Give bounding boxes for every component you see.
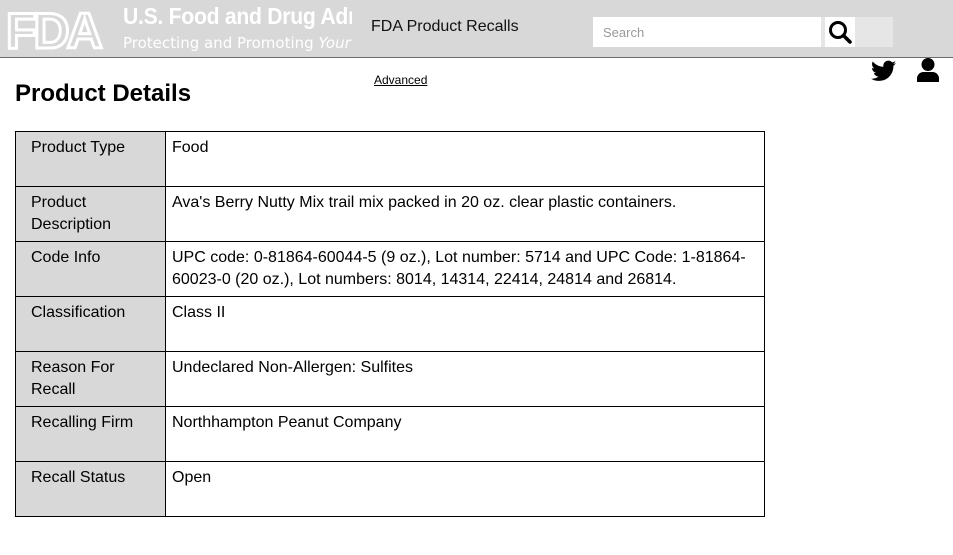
- table-row: Product Type Food: [15, 131, 765, 187]
- row-label: Product Type: [15, 131, 166, 187]
- row-label: Classification: [15, 296, 166, 352]
- fda-logo[interactable]: FDA U.S. Food and Drug Administration Pr…: [0, 0, 353, 57]
- row-label: Code Info: [15, 241, 166, 297]
- app-title: FDA Product Recalls: [371, 18, 519, 35]
- row-label: Product Description: [15, 186, 166, 242]
- table-row: Reason For Recall Undeclared Non-Allerge…: [15, 351, 765, 407]
- fda-logo-mark-text: FDA: [6, 4, 102, 52]
- search-button[interactable]: [825, 17, 855, 47]
- search-icon: [829, 21, 852, 44]
- row-value: Open: [165, 461, 765, 517]
- product-details-table: Product Type Food Product Description Av…: [15, 131, 765, 517]
- row-value: Undeclared Non-Allergen: Sulfites: [165, 351, 765, 407]
- row-value: Ava's Berry Nutty Mix trail mix packed i…: [165, 186, 765, 242]
- site-header: FDA U.S. Food and Drug Administration Pr…: [0, 0, 953, 58]
- table-row: Recalling Firm Northhampton Peanut Compa…: [15, 406, 765, 462]
- agency-tagline-emphasis: Your Health: [318, 34, 352, 52]
- advanced-search-link[interactable]: Advanced: [374, 73, 427, 87]
- search-bar: [593, 17, 893, 47]
- agency-tagline: Protecting and Promoting Your Health: [123, 34, 352, 52]
- row-value: Food: [165, 131, 765, 187]
- row-label: Reason For Recall: [15, 351, 166, 407]
- twitter-icon[interactable]: [871, 60, 896, 82]
- row-value: Class II: [165, 296, 765, 352]
- fda-logo-mark: FDA: [5, 4, 107, 52]
- agency-tagline-prefix: Protecting and Promoting: [123, 34, 319, 52]
- row-label: Recall Status: [15, 461, 166, 517]
- user-icon[interactable]: [917, 58, 939, 82]
- table-row: Classification Class II: [15, 296, 765, 352]
- table-row: Product Description Ava's Berry Nutty Mi…: [15, 186, 765, 242]
- table-row: Code Info UPC code: 0-81864-60044-5 (9 o…: [15, 241, 765, 297]
- row-label: Recalling Firm: [15, 406, 166, 462]
- row-value: Northhampton Peanut Company: [165, 406, 765, 462]
- page-title: Product Details: [15, 80, 192, 107]
- row-value: UPC code: 0-81864-60044-5 (9 oz.), Lot n…: [165, 241, 765, 297]
- agency-name: U.S. Food and Drug Administration: [123, 3, 352, 29]
- table-row: Recall Status Open: [15, 461, 765, 517]
- search-input[interactable]: [593, 17, 821, 47]
